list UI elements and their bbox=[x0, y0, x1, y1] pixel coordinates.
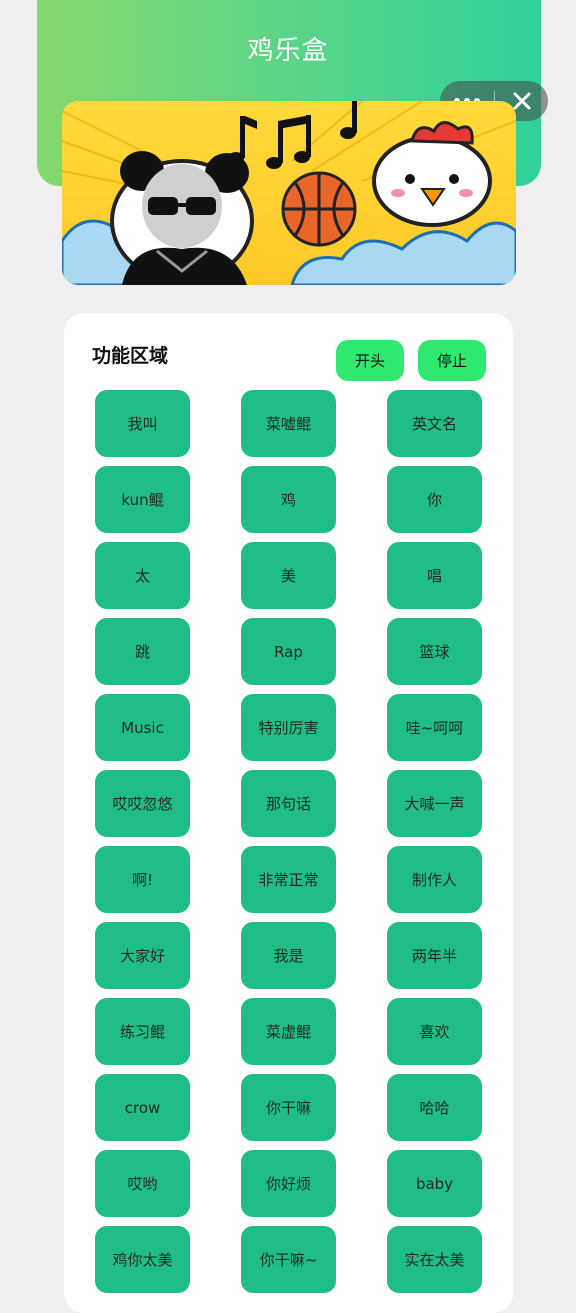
sound-button[interactable]: 哎哟 bbox=[95, 1150, 190, 1217]
sound-button[interactable]: 大家好 bbox=[95, 922, 190, 989]
sound-button[interactable]: Rap bbox=[241, 618, 336, 685]
start-button[interactable]: 开头 bbox=[336, 340, 404, 381]
sound-button[interactable]: 大喊一声 bbox=[387, 770, 482, 837]
sound-button[interactable]: 哎哎忽悠 bbox=[95, 770, 190, 837]
sound-button[interactable]: 非常正常 bbox=[241, 846, 336, 913]
sound-button[interactable]: 篮球 bbox=[387, 618, 482, 685]
sound-button[interactable]: 特别厉害 bbox=[241, 694, 336, 761]
stop-button[interactable]: 停止 bbox=[418, 340, 486, 381]
sound-button[interactable]: baby bbox=[387, 1150, 482, 1217]
sound-button[interactable]: 鸡 bbox=[241, 466, 336, 533]
sound-button[interactable]: 实在太美 bbox=[387, 1226, 482, 1293]
panel-title: 功能区域 bbox=[92, 345, 169, 367]
sound-button[interactable]: 两年半 bbox=[387, 922, 482, 989]
chicken-icon bbox=[372, 121, 492, 227]
banner-image bbox=[62, 101, 516, 285]
sound-button[interactable]: 哈哈 bbox=[387, 1074, 482, 1141]
sound-button[interactable]: 你 bbox=[387, 466, 482, 533]
sound-button[interactable]: 菜嘘鲲 bbox=[241, 390, 336, 457]
page-title: 鸡乐盒 bbox=[247, 36, 329, 66]
sound-button[interactable]: 那句话 bbox=[241, 770, 336, 837]
sound-button[interactable]: 鸡你太美 bbox=[95, 1226, 190, 1293]
sound-button[interactable]: 跳 bbox=[95, 618, 190, 685]
panda-icon bbox=[110, 151, 254, 285]
sound-button[interactable]: 你干嘛~ bbox=[241, 1226, 336, 1293]
sound-button[interactable]: 唱 bbox=[387, 542, 482, 609]
sound-button[interactable]: 练习鲲 bbox=[95, 998, 190, 1065]
sound-button[interactable]: 太 bbox=[95, 542, 190, 609]
sound-button[interactable]: 哇~呵呵 bbox=[387, 694, 482, 761]
sound-button[interactable]: 你好烦 bbox=[241, 1150, 336, 1217]
sound-button[interactable]: 我是 bbox=[241, 922, 336, 989]
sound-button[interactable]: 喜欢 bbox=[387, 998, 482, 1065]
sound-button[interactable]: 菜虚鲲 bbox=[241, 998, 336, 1065]
sound-button[interactable]: 啊! bbox=[95, 846, 190, 913]
sound-button[interactable]: kun鲲 bbox=[95, 466, 190, 533]
sound-button[interactable]: 制作人 bbox=[387, 846, 482, 913]
music-notes-icon bbox=[228, 101, 357, 169]
sound-button[interactable]: crow bbox=[95, 1074, 190, 1141]
sound-button[interactable]: Music bbox=[95, 694, 190, 761]
basketball-icon bbox=[281, 171, 357, 247]
sound-button[interactable]: 英文名 bbox=[387, 390, 482, 457]
sound-button[interactable]: 我叫 bbox=[95, 390, 190, 457]
sound-button[interactable]: 美 bbox=[241, 542, 336, 609]
sound-button-grid: 我叫 菜嘘鲲 英文名 kun鲲 鸡 你 太 美 唱 跳 Rap 篮球 Music… bbox=[95, 390, 482, 1293]
sound-button[interactable]: 你干嘛 bbox=[241, 1074, 336, 1141]
